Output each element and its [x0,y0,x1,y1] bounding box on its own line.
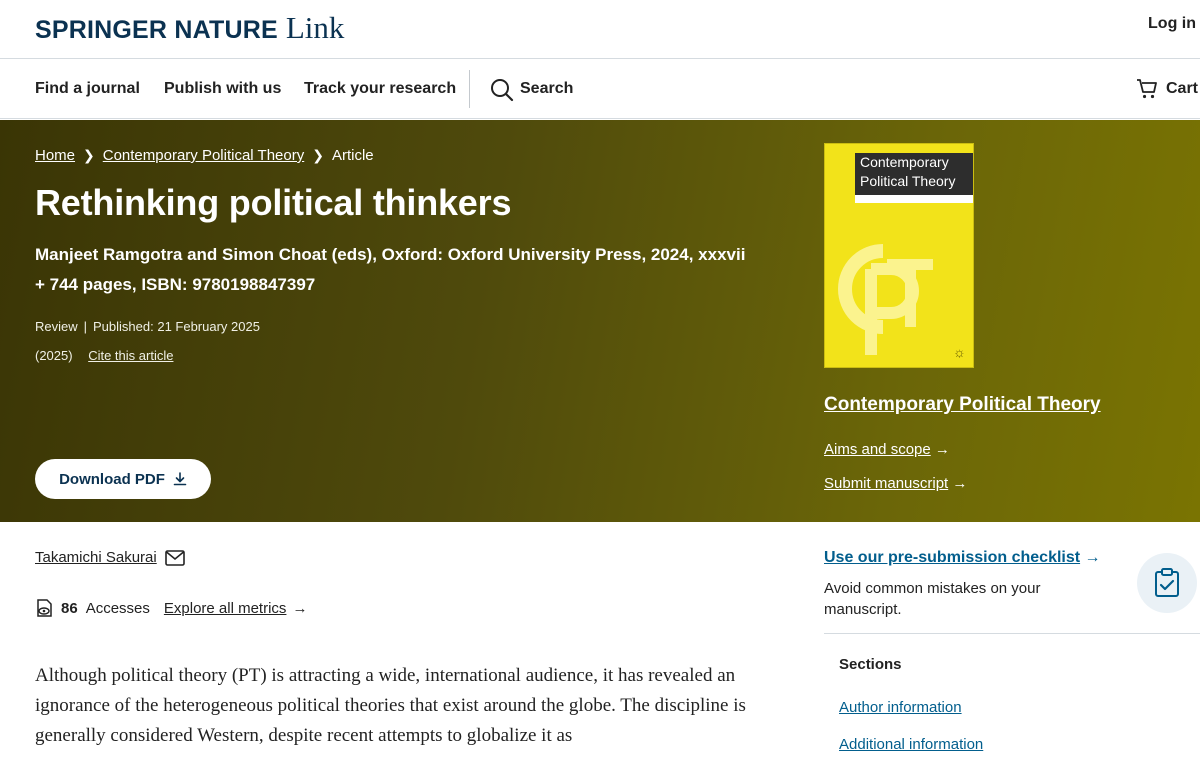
accesses-count: 86 [61,599,78,617]
arrow-right-icon: → [934,441,950,458]
submit-label: Submit manuscript [824,475,949,492]
springer-nature-link-logo[interactable]: SPRINGER NATURE Link [35,10,344,46]
nav-publish-with-us[interactable]: Publish with us [164,80,281,98]
cpt-cover-logo [838,244,933,355]
breadcrumb-current: Article [331,147,374,164]
pre-submission-checklist-link[interactable]: Use our pre-submission checklist → [824,549,1101,567]
chevron-right-icon: ❯ [83,147,95,163]
cite-article-link[interactable]: Cite this article [88,348,173,363]
checklist-badge [1137,553,1197,613]
submit-manuscript-link[interactable]: Submit manuscript → [824,475,967,492]
login-link[interactable]: Log in [1148,15,1196,33]
site-header: SPRINGER NATURE Link Log in [0,0,1200,59]
nav-track-research[interactable]: Track your research [304,80,456,98]
journal-cover-image[interactable]: Contemporary Political Theory ☼ [824,143,974,368]
published-date: Published: 21 February 2025 [93,319,260,334]
nav-divider [469,70,470,108]
article-meta: Review | Published: 21 February 2025 [35,319,260,334]
breadcrumb-home[interactable]: Home [35,147,75,164]
nav-find-journal[interactable]: Find a journal [35,80,140,98]
explore-metrics-link[interactable]: Explore all metrics [164,600,287,617]
aims-label: Aims and scope [824,441,931,458]
article-title: Rethinking political thinkers [35,182,512,223]
checklist-label: Use our pre-submission checklist [824,549,1081,566]
article-year: (2025) [35,348,73,363]
breadcrumb-journal[interactable]: Contemporary Political Theory [103,147,304,164]
article-body-paragraph: Although political theory (PT) is attrac… [35,665,746,746]
sections-heading: Sections [839,656,902,673]
cover-title-line2: Political Theory [860,173,956,189]
chevron-right-icon: ❯ [312,147,324,163]
logo-sub-text: Link [285,10,345,45]
download-pdf-label: Download PDF [59,470,165,488]
article-meta-secondary: (2025) Cite this article [35,348,173,363]
download-icon [173,472,187,486]
publisher-sun-icon: ☼ [953,344,966,360]
arrow-right-icon: → [292,599,308,617]
article-metrics: 86 Accesses Explore all metrics → [35,598,307,618]
clipboard-check-icon [1155,568,1179,597]
article-type: Review [35,319,78,334]
arrow-right-icon: → [952,475,968,492]
arrow-right-icon: → [1084,549,1101,566]
breadcrumb: Home ❯ Contemporary Political Theory ❯ A… [35,147,374,164]
author-line: Takamichi Sakurai [35,549,185,566]
accesses-label: Accesses [85,599,150,617]
article-hero: Home ❯ Contemporary Political Theory ❯ A… [0,120,1200,522]
section-link-author-information[interactable]: Author information [839,699,962,716]
main-nav: Find a journal Publish with us Track you… [0,60,1200,119]
search-button[interactable]: Search [520,80,573,98]
author-name-link[interactable]: Takamichi Sakurai [35,549,157,566]
meta-divider: | [83,319,88,334]
section-link-additional-information[interactable]: Additional information [839,736,983,753]
cart-icon[interactable] [1136,78,1158,100]
cover-title-band: Contemporary Political Theory [855,153,973,195]
checklist-description: Avoid common mistakes on your manuscript… [824,580,1041,618]
download-pdf-button[interactable]: Download PDF [35,459,211,499]
article-subtitle: Manjeet Ramgotra and Simon Choat (eds), … [35,245,746,294]
cover-info-strip [855,195,973,203]
cart-link[interactable]: Cart [1166,80,1198,98]
logo-main-text: SPRINGER NATURE [35,16,278,44]
sidebar-divider [824,633,1200,634]
cover-title-line1: Contemporary [860,154,949,170]
journal-name-link[interactable]: Contemporary Political Theory [824,394,1101,416]
accesses-icon [37,599,52,617]
aims-and-scope-link[interactable]: Aims and scope → [824,441,950,458]
search-icon[interactable] [490,78,514,102]
mail-icon[interactable] [164,549,185,566]
